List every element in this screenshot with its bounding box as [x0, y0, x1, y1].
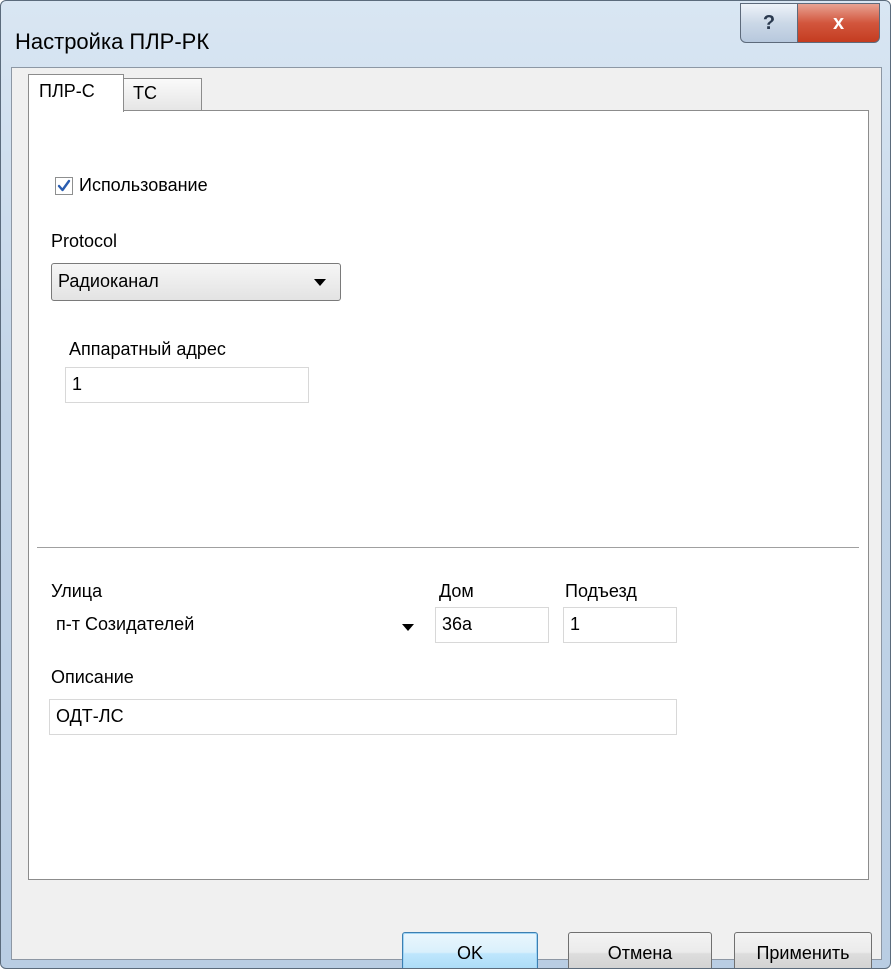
street-combobox[interactable]: п-т Созидателей: [49, 607, 423, 643]
caption-buttons: ? x: [740, 3, 880, 43]
ok-button[interactable]: OK: [402, 932, 538, 968]
apply-button[interactable]: Применить: [734, 932, 872, 968]
usage-checkbox[interactable]: [55, 177, 73, 195]
cancel-button[interactable]: Отмена: [568, 932, 712, 968]
separator: [37, 547, 859, 549]
tab-panel-plr-s: Использование Protocol Радиоканал Аппара…: [28, 110, 869, 880]
usage-label: Использование: [79, 175, 208, 195]
entrance-input[interactable]: 1: [563, 607, 677, 643]
dialog-client-area: ТС ПЛР-С Использование Protocol Радиокан…: [11, 67, 882, 968]
entrance-label: Подъезд: [565, 581, 637, 601]
window-title: Настройка ПЛР-РК: [15, 29, 210, 54]
checkmark-icon: [57, 179, 71, 192]
description-input[interactable]: ОДТ-ЛС: [49, 699, 677, 735]
house-label: Дом: [439, 581, 474, 601]
help-button[interactable]: ?: [740, 3, 798, 43]
hardware-address-input[interactable]: 1: [65, 367, 309, 403]
street-label: Улица: [51, 581, 103, 601]
tab-tc[interactable]: ТС: [122, 78, 202, 112]
hardware-address-label: Аппаратный адрес: [69, 339, 226, 359]
description-label: Описание: [51, 667, 134, 687]
chevron-down-icon: [314, 279, 326, 286]
help-icon: ?: [762, 11, 776, 34]
protocol-label: Protocol: [51, 231, 118, 251]
protocol-select[interactable]: Радиоканал: [51, 263, 341, 301]
house-input[interactable]: 36а: [435, 607, 549, 643]
settings-dialog: Настройка ПЛР-РК ? x ТС ПЛР-С Использова…: [0, 0, 891, 969]
protocol-value: Радиоканал: [58, 271, 159, 291]
chevron-down-icon: [402, 624, 414, 631]
close-icon: x: [832, 11, 845, 34]
tab-plr-s[interactable]: ПЛР-С: [28, 74, 124, 112]
close-button[interactable]: x: [798, 3, 880, 43]
tab-plr-s-label: ПЛР-С: [39, 81, 95, 101]
tab-tc-label: ТС: [133, 83, 157, 103]
street-value: п-т Созидателей: [56, 614, 195, 634]
